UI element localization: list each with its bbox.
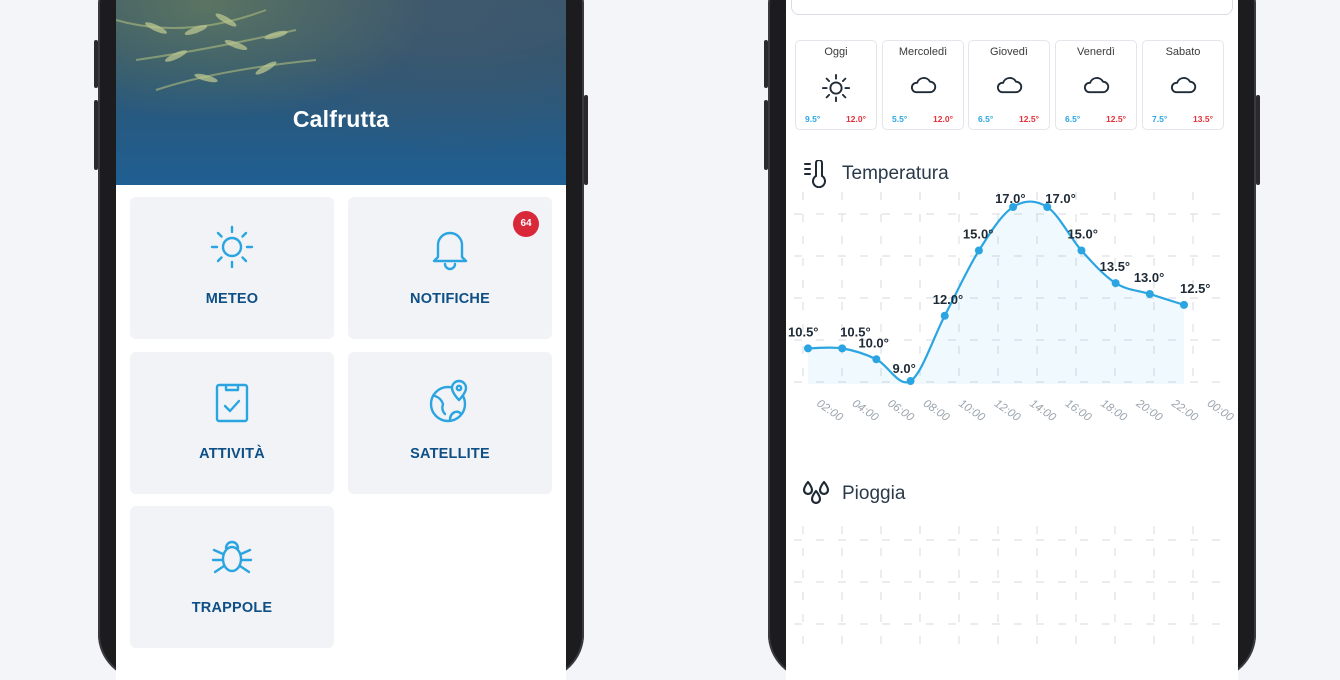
forecast-max-temp: 12.0° [846, 114, 866, 124]
phone-side-button [94, 40, 98, 88]
thermometer-icon [804, 160, 826, 188]
tile-meteo[interactable]: METEO [130, 197, 334, 339]
x-tick-label: 00:00 [1205, 398, 1236, 425]
phone-side-button [1256, 95, 1260, 185]
temperature-value-label: 10.5° [788, 324, 819, 339]
tile-notifiche[interactable]: 64 NOTIFICHE [348, 197, 552, 339]
x-tick-label: 10:00 [956, 398, 987, 425]
clipboard-check-icon [215, 383, 249, 423]
section-title-pioggia: Pioggia [842, 483, 906, 504]
x-tick-label: 18:00 [1098, 398, 1129, 425]
x-tick-label: 02:00 [814, 398, 845, 425]
olive-branch-icon [116, 9, 317, 91]
right-screen: Oggi 9.5° 12.0° Mercoledì 5.5° 12.0° Gio… [786, 0, 1238, 680]
temperature-point[interactable] [872, 355, 881, 364]
temperature-value-label: 15.0° [963, 227, 994, 242]
temperature-value-label: 17.0° [1045, 192, 1076, 206]
sun-icon [821, 73, 851, 103]
temperature-value-label: 9.0° [893, 361, 916, 376]
temperature-value-label: 13.5° [1100, 259, 1131, 274]
temperature-area [808, 201, 1184, 384]
temperature-point[interactable] [1180, 300, 1188, 309]
forecast-min-temp: 7.5° [1152, 114, 1168, 124]
phone-side-button [94, 100, 98, 170]
forecast-day-giovedi[interactable]: Giovedì 6.5° 12.5° [968, 40, 1050, 130]
phone-left: Calfrutta METEO 64 NOTIFICHE ATTIVITÀ SA… [94, 0, 588, 680]
forecast-day-name: Oggi [824, 46, 848, 58]
tile-label: TRAPPOLE [191, 600, 273, 616]
left-screen: Calfrutta METEO 64 NOTIFICHE ATTIVITÀ SA… [116, 0, 566, 680]
phone-side-button [584, 95, 588, 185]
temperature-point[interactable] [1111, 279, 1120, 288]
forecast-max-temp: 13.5° [1193, 114, 1213, 124]
temperature-chart: 10.5° 10.5°10.0°9.0°12.0°15.0°17.0° 17.0°1… [788, 192, 1236, 425]
forecast-day-venerdi[interactable]: Venerdì 6.5° 12.5° [1055, 40, 1137, 130]
tile-trappole[interactable]: TRAPPOLE [130, 506, 334, 648]
forecast-max-temp: 12.5° [1106, 114, 1126, 124]
forecast-max-temp: 12.0° [933, 114, 953, 124]
search-bar[interactable] [791, 0, 1233, 15]
cloud-icon [910, 77, 937, 94]
temperature-point[interactable] [940, 311, 949, 320]
temperature-point[interactable] [804, 344, 812, 353]
temperature-point[interactable] [838, 344, 847, 353]
forecast-day-name: Venerdì [1077, 46, 1115, 58]
forecast-day-name: Sabato [1165, 46, 1201, 58]
forecast-max-temp: 12.5° [1019, 114, 1039, 124]
hero-banner: Calfrutta [116, 0, 566, 185]
phone-right: Oggi 9.5° 12.0° Mercoledì 5.5° 12.0° Gio… [764, 0, 1260, 680]
notification-count-badge: 64 [513, 211, 539, 237]
forecast-min-temp: 5.5° [892, 114, 908, 124]
temperature-value-label: 15.0° [1067, 227, 1098, 242]
forecast-min-temp: 6.5° [978, 114, 994, 124]
temperature-value-label: 12.0° [933, 292, 964, 307]
tile-label: METEO [205, 291, 259, 307]
forecast-min-temp: 9.5° [805, 114, 821, 124]
x-tick-label: 06:00 [885, 398, 916, 425]
phone-side-button [764, 40, 768, 88]
temperature-point[interactable] [974, 246, 983, 255]
temperature-point[interactable] [1145, 290, 1154, 298]
x-tick-label: 04:00 [850, 398, 881, 425]
rain-chart [794, 526, 1230, 646]
app-title: Calfrutta [292, 106, 390, 132]
section-title-temperatura: Temperatura [842, 163, 949, 184]
temperature-point[interactable] [1077, 246, 1086, 255]
x-tick-label: 20:00 [1133, 397, 1165, 424]
sun-icon [210, 225, 254, 269]
forecast-day-name: Mercoledì [898, 46, 948, 58]
bug-icon [211, 540, 253, 574]
temperature-point[interactable] [906, 377, 915, 385]
cloud-icon [996, 77, 1023, 94]
temperature-value-label: 10.0° [858, 335, 889, 350]
bell-icon [432, 231, 468, 271]
cloud-icon [1170, 77, 1197, 94]
tile-label: NOTIFICHE [410, 291, 490, 307]
temperature-value-label: 13.0° [1134, 270, 1165, 285]
x-tick-label: 12:00 [992, 398, 1023, 425]
forecast-day-sabato[interactable]: Sabato 7.5° 13.5° [1142, 40, 1224, 130]
temperature-value-label: 12.5° [1180, 281, 1211, 296]
cloud-icon [1083, 77, 1110, 94]
temperature-value-label: 17.0° [995, 192, 1026, 206]
x-tick-label: 16:00 [1063, 398, 1094, 425]
phone-side-button [764, 100, 768, 170]
x-tick-label: 14:00 [1027, 398, 1058, 425]
x-tick-label: 08:00 [921, 398, 952, 425]
raindrops-icon [802, 480, 830, 505]
x-tick-label: 22:00 [1168, 397, 1200, 424]
tile-satellite[interactable]: SATELLITE [348, 352, 552, 494]
tile-label: ATTIVITÀ [199, 446, 265, 462]
globe-pin-icon [429, 379, 468, 423]
forecast-day-mercoledi[interactable]: Mercoledì 5.5° 12.0° [882, 40, 964, 130]
forecast-day-oggi[interactable]: Oggi 9.5° 12.0° [795, 40, 877, 130]
tile-label: SATELLITE [410, 446, 490, 462]
tile-attivita[interactable]: ATTIVITÀ [130, 352, 334, 494]
forecast-min-temp: 6.5° [1065, 114, 1081, 124]
forecast-day-name: Giovedì [990, 46, 1028, 58]
